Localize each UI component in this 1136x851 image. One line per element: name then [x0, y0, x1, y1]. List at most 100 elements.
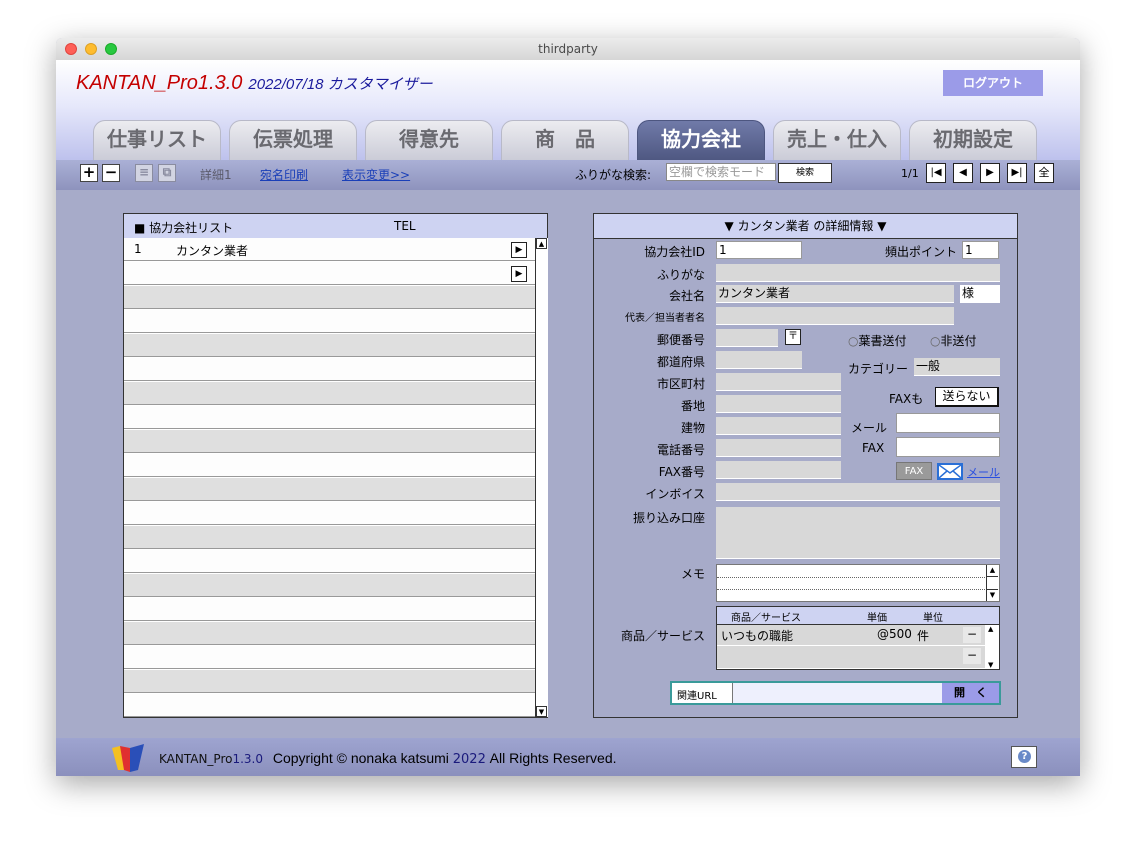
- zip-field[interactable]: [716, 329, 778, 347]
- furigana-search-input[interactable]: 空欄で検索モード: [666, 163, 776, 181]
- nopost-label: 非送付: [940, 334, 977, 348]
- mail-field[interactable]: [896, 413, 1000, 433]
- furigana-search-label: ふりがな検索:: [575, 168, 652, 182]
- list-row: [124, 526, 535, 549]
- list-tel-header: TEL: [394, 219, 416, 233]
- postcard-radio[interactable]: ○葉書送付: [848, 332, 907, 349]
- banchi-field[interactable]: [716, 395, 841, 413]
- remove-product-button[interactable]: −: [963, 627, 981, 643]
- memo-textarea[interactable]: ▲ ▼: [716, 564, 1000, 602]
- scroll-down-arrow-icon[interactable]: ▼: [536, 706, 547, 717]
- open-row-arrow-icon[interactable]: ▶: [511, 266, 527, 282]
- table-row[interactable]: いつもの職能 @500 件 −: [717, 625, 985, 646]
- envelope-icon[interactable]: [937, 463, 963, 480]
- list-row: [124, 382, 535, 405]
- memo-line: [717, 589, 985, 590]
- tab-slip[interactable]: 伝票処理: [229, 120, 357, 162]
- help-button[interactable]: ?: [1011, 746, 1037, 768]
- list-scrollbar[interactable]: ▲ ▼: [535, 238, 548, 717]
- tab-partners[interactable]: 協力会社: [637, 120, 765, 162]
- title-bar: thirdparty: [56, 38, 1080, 61]
- list-icon[interactable]: ≡: [135, 164, 153, 182]
- list-row: [124, 430, 535, 453]
- phone-field[interactable]: [716, 439, 841, 457]
- pref-field[interactable]: [716, 351, 802, 369]
- search-button[interactable]: 検索: [778, 163, 832, 183]
- open-row-arrow-icon[interactable]: ▶: [511, 242, 527, 258]
- products-scrollbar[interactable]: ▲ ▼: [987, 625, 999, 669]
- fax-send-label: FAXも: [889, 392, 924, 406]
- furigana-field[interactable]: [716, 264, 1000, 282]
- list-row: [124, 454, 535, 477]
- list-header: ■ 協力会社リスト TEL: [124, 214, 547, 239]
- delete-record-button[interactable]: −: [102, 164, 120, 182]
- memo-scrollbar[interactable]: ▲ ▼: [986, 565, 999, 601]
- add-record-button[interactable]: +: [80, 164, 98, 182]
- list-row: [124, 406, 535, 429]
- products-table-header: 商品／サービス 単価 単位: [717, 607, 999, 625]
- next-record-button[interactable]: ▶: [980, 163, 1000, 183]
- mail-link[interactable]: メール: [967, 464, 1000, 480]
- scroll-down-arrow-icon[interactable]: ▼: [988, 661, 993, 669]
- send-fax-button[interactable]: FAX: [896, 462, 932, 480]
- col-unit: 単位: [923, 613, 943, 624]
- hindo-label: 頻出ポイント: [884, 245, 957, 259]
- row-number: 1: [134, 242, 142, 256]
- tab-customers[interactable]: 得意先: [365, 120, 493, 162]
- memo-label: メモ: [680, 567, 705, 581]
- prev-record-button[interactable]: ◀: [953, 163, 973, 183]
- hindo-field[interactable]: 1: [962, 241, 999, 259]
- open-url-button[interactable]: 開 く: [942, 683, 999, 703]
- tab-settings[interactable]: 初期設定: [909, 120, 1037, 162]
- memo-line: [717, 577, 985, 578]
- list-row[interactable]: 1 カンタン業者 ▶: [124, 238, 535, 261]
- rep-field[interactable]: [716, 307, 954, 325]
- zip-lookup-button[interactable]: 〒: [785, 329, 801, 345]
- table-row[interactable]: −: [717, 646, 985, 668]
- toolbar: + − ≡ ⧉ 詳細1 宛名印刷 表示変更>> ふりがな検索: 空欄で検索モード…: [56, 160, 1080, 190]
- fax-send-select[interactable]: 送らない: [935, 387, 999, 407]
- scroll-up-arrow-icon[interactable]: ▲: [987, 565, 998, 577]
- company-field[interactable]: カンタン業者: [716, 285, 954, 303]
- first-record-button[interactable]: |◀: [926, 163, 946, 183]
- category-field[interactable]: 一般: [914, 358, 1000, 376]
- building-label: 建物: [680, 421, 705, 435]
- tab-products[interactable]: 商 品: [501, 120, 629, 162]
- id-field[interactable]: 1: [716, 241, 802, 259]
- list-row: [124, 574, 535, 597]
- mail-label: メール: [851, 421, 888, 435]
- list-row: [124, 358, 535, 381]
- fax-right-field[interactable]: [896, 437, 1000, 457]
- invoice-field[interactable]: [716, 483, 1000, 501]
- duplicate-icon[interactable]: ⧉: [158, 164, 176, 182]
- last-record-button[interactable]: ▶|: [1007, 163, 1027, 183]
- tab-sales[interactable]: 売上・仕入: [773, 120, 901, 162]
- fax-number-field[interactable]: [716, 461, 841, 479]
- products-table: 商品／サービス 単価 単位 いつもの職能 @500 件 − − ▲ ▼: [716, 606, 1000, 670]
- print-address-link[interactable]: 宛名印刷: [260, 166, 308, 183]
- account-field[interactable]: [716, 507, 1000, 559]
- show-all-button[interactable]: 全: [1034, 163, 1054, 183]
- scroll-up-arrow-icon[interactable]: ▲: [536, 238, 547, 249]
- logout-button[interactable]: ログアウト: [943, 70, 1043, 96]
- app-subtitle: 2022/07/18 カスタマイザー: [248, 76, 433, 93]
- app-window: thirdparty KANTAN_Pro1.3.0 2022/07/18 カスタ…: [56, 38, 1080, 776]
- col-price: 単価: [867, 613, 887, 624]
- product-name: いつもの職能: [721, 629, 794, 643]
- footer-text: KANTAN_Pro1.3.0 Copyright © nonaka katsu…: [159, 750, 617, 767]
- tab-job-list[interactable]: 仕事リスト: [93, 120, 221, 162]
- list-row: [124, 286, 535, 309]
- scroll-down-arrow-icon[interactable]: ▼: [987, 589, 998, 601]
- list-row: [124, 670, 535, 693]
- remove-product-button[interactable]: −: [963, 648, 981, 664]
- building-field[interactable]: [716, 417, 841, 435]
- account-label: 振り込み口座: [632, 511, 705, 525]
- row-name: カンタン業者: [176, 244, 249, 258]
- list-row[interactable]: ▶: [124, 262, 535, 285]
- honorific-field[interactable]: 様: [960, 285, 1000, 303]
- url-input[interactable]: [732, 683, 943, 703]
- nopost-radio[interactable]: ○非送付: [930, 332, 977, 349]
- change-view-link[interactable]: 表示変更>>: [342, 166, 410, 183]
- scroll-up-arrow-icon[interactable]: ▲: [988, 625, 993, 633]
- city-field[interactable]: [716, 373, 841, 391]
